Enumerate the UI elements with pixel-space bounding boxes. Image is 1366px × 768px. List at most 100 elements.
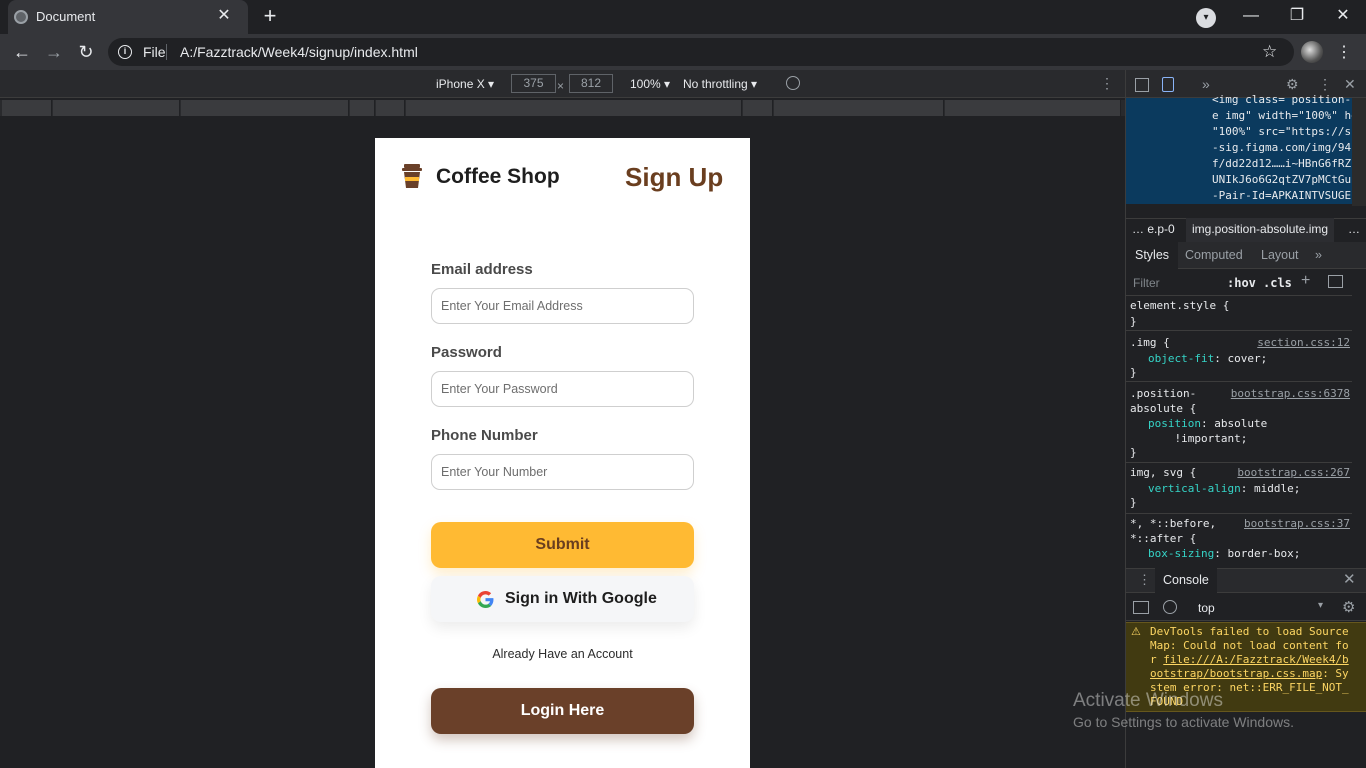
throttling-select[interactable]: No throttling ▾ [683, 77, 757, 91]
hov-toggle[interactable]: :hov [1227, 276, 1256, 290]
console-settings-icon[interactable]: ⚙ [1342, 598, 1355, 616]
activate-windows-title: Activate Windows [1073, 690, 1223, 711]
password-label: Password [431, 344, 502, 361]
profile-avatar[interactable] [1301, 41, 1323, 63]
address-scheme: File [143, 44, 166, 60]
reload-button[interactable]: ↻ [74, 40, 98, 64]
breadcrumb-overflow-right[interactable]: … [1348, 222, 1360, 236]
email-field[interactable] [431, 288, 694, 324]
ruler-segment[interactable] [774, 100, 944, 116]
css-property[interactable]: box-sizing [1148, 547, 1214, 560]
coffee-cup-icon [402, 164, 422, 188]
styles-filter-input[interactable]: Filter [1133, 276, 1160, 290]
css-rule[interactable]: img, svg { bootstrap.css:267 vertical-al… [1126, 464, 1352, 514]
device-width-input[interactable]: 375 [511, 74, 556, 93]
ruler-segment[interactable] [181, 100, 349, 116]
restore-button[interactable]: ❐ [1274, 0, 1320, 32]
css-property[interactable]: position [1148, 417, 1201, 430]
breadcrumb-item-selected[interactable]: img.position-absolute.img [1186, 218, 1335, 242]
back-button[interactable]: ← [10, 40, 34, 64]
breadcrumb-item[interactable]: … e.p-0 [1132, 222, 1175, 236]
device-height-input[interactable]: 812 [569, 74, 613, 93]
breadcrumb-item-label: e.p-0 [1147, 222, 1175, 236]
ruler-segment[interactable] [350, 100, 375, 116]
ruler-segment[interactable] [376, 100, 405, 116]
devtools-menu-icon[interactable]: ⋮ [1318, 76, 1332, 93]
info-icon[interactable]: i [118, 45, 132, 59]
css-property[interactable]: vertical-align [1148, 482, 1241, 495]
tab-layout[interactable]: Layout [1261, 248, 1299, 262]
context-select[interactable]: top [1198, 601, 1215, 615]
css-value[interactable]: : cover; [1214, 352, 1267, 365]
clear-console-icon[interactable] [1163, 600, 1177, 614]
device-toggle-icon[interactable] [1162, 77, 1174, 92]
drawer-menu-icon[interactable]: ⋮ [1138, 572, 1151, 588]
tab-computed[interactable]: Computed [1185, 248, 1243, 262]
chevron-down-icon[interactable]: ▾ [1318, 600, 1323, 611]
login-button[interactable]: Login Here [431, 688, 694, 734]
google-icon [477, 591, 494, 608]
css-value[interactable]: : middle; [1241, 482, 1301, 495]
device-select[interactable]: iPhone X ▾ [436, 77, 494, 91]
ruler-segment[interactable] [945, 100, 1121, 116]
breadcrumb-overflow[interactable]: … [1132, 222, 1144, 236]
inspect-element-icon[interactable] [1135, 78, 1149, 92]
phone-screen [375, 138, 750, 768]
new-tab-button[interactable]: + [258, 5, 282, 29]
address-divider [166, 44, 167, 60]
close-window-button[interactable]: ✕ [1320, 0, 1366, 32]
address-url[interactable]: A:/Fazztrack/Week4/signup/index.html [180, 44, 418, 60]
css-source-link[interactable]: section.css:12 [1257, 335, 1350, 350]
element-html-snippet: <img class= position- e img" width="100%… [1212, 93, 1358, 202]
css-selector: element.style { [1130, 299, 1230, 312]
warning-link[interactable]: file:///A:/Fazztrack/Week4/bootstrap/boo… [1150, 653, 1349, 680]
more-tabs-icon[interactable]: » [1315, 248, 1322, 262]
tab-close-icon[interactable]: ✕ [214, 6, 234, 26]
warning-icon: ⚠ [1131, 626, 1141, 638]
css-rule-close: } [1130, 496, 1137, 509]
console-toolbar [1126, 594, 1366, 621]
minimize-button[interactable]: — [1228, 0, 1274, 32]
console-sidebar-icon[interactable] [1133, 601, 1149, 614]
settings-gear-icon[interactable]: ⚙ [1286, 76, 1299, 93]
password-field[interactable] [431, 371, 694, 407]
css-source-link[interactable]: bootstrap.css:6378 [1231, 386, 1350, 401]
css-rule[interactable]: element.style { } [1126, 297, 1352, 331]
page-title: Sign Up [625, 162, 724, 192]
ruler-segment[interactable] [743, 100, 773, 116]
browser-menu-icon[interactable]: ⋮ [1336, 42, 1352, 62]
css-source-link[interactable]: bootstrap.css:37 [1244, 516, 1350, 531]
css-rule[interactable]: .img { section.css:12 object-fit: cover;… [1126, 332, 1352, 382]
forward-button[interactable]: → [42, 40, 66, 64]
zoom-select[interactable]: 100% ▾ [630, 77, 670, 91]
css-rule[interactable]: .position- absolute { bootstrap.css:6378… [1126, 383, 1352, 463]
tab-styles[interactable]: Styles [1126, 242, 1179, 269]
css-rule[interactable]: *, *::before, *::after { bootstrap.css:3… [1126, 515, 1352, 567]
toggle-sidebar-icon[interactable] [1328, 275, 1343, 288]
ruler-segment[interactable] [2, 100, 52, 116]
tab-search-icon[interactable]: ▾ [1196, 8, 1216, 28]
css-rule-close: } [1130, 446, 1137, 459]
device-toolbar-menu-icon[interactable]: ⋮ [1100, 75, 1114, 92]
css-rule-close: } [1130, 366, 1137, 379]
ruler-segment[interactable] [53, 100, 180, 116]
css-source-link[interactable]: bootstrap.css:267 [1237, 465, 1350, 480]
have-account-text: Already Have an Account [492, 647, 633, 661]
css-property[interactable]: object-fit [1148, 352, 1214, 365]
phone-label: Phone Number [431, 427, 538, 444]
drawer-close-icon[interactable]: ✕ [1343, 570, 1356, 588]
css-selector: *, *::before, *::after { [1130, 517, 1217, 545]
elements-scrollbar[interactable] [1352, 98, 1366, 206]
tab-console[interactable]: Console [1155, 568, 1217, 593]
activate-windows-subtitle: Go to Settings to activate Windows. [1073, 714, 1294, 730]
bookmark-star-icon[interactable]: ☆ [1262, 42, 1277, 62]
new-rule-icon[interactable]: + [1301, 272, 1310, 290]
css-value[interactable]: : border-box; [1214, 547, 1300, 560]
phone-field[interactable] [431, 454, 694, 490]
more-tabs-icon[interactable]: » [1202, 76, 1210, 92]
rotate-icon[interactable] [786, 76, 800, 90]
devtools-close-icon[interactable]: ✕ [1344, 76, 1356, 93]
cls-toggle[interactable]: .cls [1263, 276, 1292, 290]
ruler-segment[interactable] [406, 100, 742, 116]
submit-button[interactable]: Submit [431, 522, 694, 568]
